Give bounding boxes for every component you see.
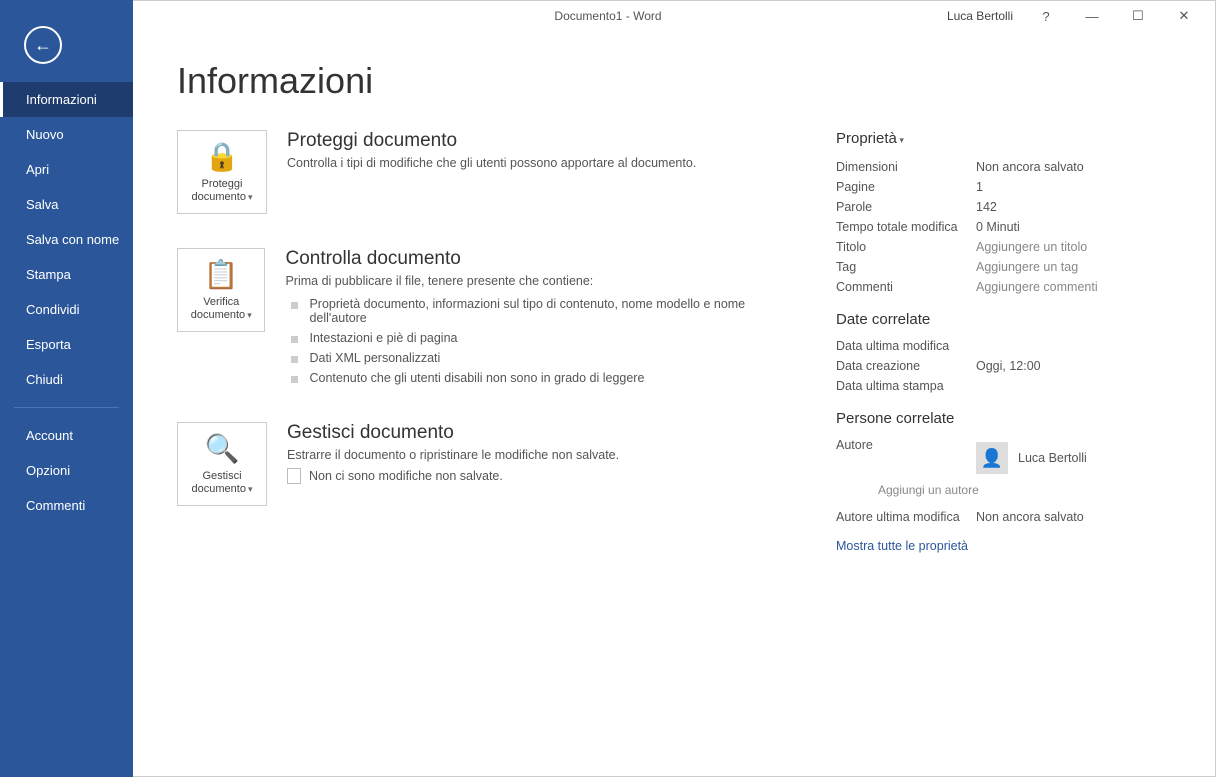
user-name[interactable]: Luca Bertolli: [947, 9, 1013, 23]
sidebar-item-stampa[interactable]: Stampa: [0, 257, 133, 292]
protect-document-button[interactable]: 🔒 Proteggi documento: [177, 130, 267, 214]
property-key: Dimensioni: [836, 160, 976, 174]
property-key: Tempo totale modifica: [836, 220, 976, 234]
inspect-button-label: Verifica documento: [182, 296, 260, 322]
minimize-button[interactable]: —: [1069, 1, 1115, 31]
sidebar-item-salva-con-nome[interactable]: Salva con nome: [0, 222, 133, 257]
property-row: CommentiAggiungere commenti: [836, 277, 1176, 297]
inspect-section: 📋 Verifica documento Controlla documento…: [177, 248, 796, 388]
property-value: 1: [976, 180, 983, 194]
protect-button-label: Proteggi documento: [182, 178, 262, 204]
backstage-sidebar: ← Informazioni Nuovo Apri Salva Salva co…: [0, 0, 133, 777]
property-key: Commenti: [836, 280, 976, 294]
inspect-desc: Prima di pubblicare il file, tenere pres…: [285, 274, 796, 288]
inspect-item: Proprietà documento, informazioni sul ti…: [285, 294, 796, 328]
property-value: Non ancora salvato: [976, 160, 1084, 174]
author-person[interactable]: 👤 Luca Bertolli: [976, 442, 1087, 474]
sidebar-separator: [14, 407, 119, 408]
manage-title: Gestisci documento: [287, 422, 619, 444]
inspect-item: Contenuto che gli utenti disabili non so…: [285, 368, 796, 388]
sidebar-item-apri[interactable]: Apri: [0, 152, 133, 187]
lastmod-author-label: Autore ultima modifica: [836, 510, 976, 524]
show-all-properties-link[interactable]: Mostra tutte le proprietà: [836, 539, 1176, 553]
page-title: Informazioni: [177, 60, 1176, 102]
lock-icon: 🔒: [205, 140, 240, 174]
no-changes-text: Non ci sono modifiche non salvate.: [309, 469, 503, 483]
sidebar-item-informazioni[interactable]: Informazioni: [0, 82, 133, 117]
property-key: Parole: [836, 200, 976, 214]
property-value[interactable]: Aggiungere un tag: [976, 260, 1078, 274]
date-value: Oggi, 12:00: [976, 359, 1041, 373]
date-row: Data creazioneOggi, 12:00: [836, 356, 1176, 376]
property-key: Titolo: [836, 240, 976, 254]
no-changes-row: Non ci sono modifiche non salvate.: [287, 468, 619, 484]
avatar-icon: 👤: [976, 442, 1008, 474]
properties-panel: Proprietà DimensioniNon ancora salvatoPa…: [836, 130, 1176, 553]
window-title: Documento1 - Word: [554, 9, 661, 23]
property-value: 142: [976, 200, 997, 214]
property-row: Parole142: [836, 197, 1176, 217]
manage-section: 🔍 Gestisci documento Gestisci documento …: [177, 422, 796, 506]
sidebar-item-condividi[interactable]: Condividi: [0, 292, 133, 327]
property-value[interactable]: Aggiungere commenti: [976, 280, 1098, 294]
property-row: Tempo totale modifica0 Minuti: [836, 217, 1176, 237]
protect-desc: Controlla i tipi di modifiche che gli ut…: [287, 156, 696, 170]
sidebar-item-opzioni[interactable]: Opzioni: [0, 453, 133, 488]
inspect-item: Dati XML personalizzati: [285, 348, 796, 368]
date-row: Data ultima modifica: [836, 336, 1176, 356]
manage-document-button[interactable]: 🔍 Gestisci documento: [177, 422, 267, 506]
maximize-button[interactable]: ☐: [1115, 1, 1161, 31]
page-icon: [287, 468, 301, 484]
manage-desc: Estrarre il documento o ripristinare le …: [287, 448, 619, 462]
inspect-item: Intestazioni e piè di pagina: [285, 328, 796, 348]
property-key: Tag: [836, 260, 976, 274]
sidebar-item-esporta[interactable]: Esporta: [0, 327, 133, 362]
property-key: Pagine: [836, 180, 976, 194]
property-row: TitoloAggiungere un titolo: [836, 237, 1176, 257]
sidebar-item-salva[interactable]: Salva: [0, 187, 133, 222]
protect-title: Proteggi documento: [287, 130, 696, 152]
date-row: Data ultima stampa: [836, 376, 1176, 396]
author-name: Luca Bertolli: [1018, 451, 1087, 465]
main-panel: Informazioni 🔒 Proteggi documento Proteg…: [133, 30, 1216, 777]
property-row: TagAggiungere un tag: [836, 257, 1176, 277]
protect-section: 🔒 Proteggi documento Proteggi documento …: [177, 130, 796, 214]
back-button[interactable]: ←: [24, 26, 62, 64]
property-row: Pagine1: [836, 177, 1176, 197]
dates-header: Date correlate: [836, 311, 1176, 328]
sidebar-item-nuovo[interactable]: Nuovo: [0, 117, 133, 152]
date-key: Data ultima modifica: [836, 339, 976, 353]
document-search-icon: 🔍: [205, 432, 240, 466]
add-author-link[interactable]: Aggiungi un autore: [878, 483, 1176, 497]
titlebar: Documento1 - Word Luca Bertolli ? — ☐ ✕: [1, 1, 1215, 31]
author-label: Autore: [836, 438, 976, 480]
checklist-icon: 📋: [204, 258, 239, 292]
sidebar-item-account[interactable]: Account: [0, 418, 133, 453]
people-header: Persone correlate: [836, 410, 1176, 427]
inspect-title: Controlla documento: [285, 248, 796, 270]
close-button[interactable]: ✕: [1161, 1, 1207, 31]
help-button[interactable]: ?: [1023, 1, 1069, 31]
date-key: Data ultima stampa: [836, 379, 976, 393]
property-row: DimensioniNon ancora salvato: [836, 157, 1176, 177]
inspect-document-button[interactable]: 📋 Verifica documento: [177, 248, 265, 332]
property-value[interactable]: Aggiungere un titolo: [976, 240, 1087, 254]
date-key: Data creazione: [836, 359, 976, 373]
manage-button-label: Gestisci documento: [182, 470, 262, 496]
lastmod-author-value: Non ancora salvato: [976, 510, 1084, 524]
inspect-list: Proprietà documento, informazioni sul ti…: [285, 294, 796, 388]
properties-dropdown[interactable]: Proprietà: [836, 130, 1176, 147]
sidebar-item-commenti[interactable]: Commenti: [0, 488, 133, 523]
sidebar-item-chiudi[interactable]: Chiudi: [0, 362, 133, 397]
property-value: 0 Minuti: [976, 220, 1020, 234]
